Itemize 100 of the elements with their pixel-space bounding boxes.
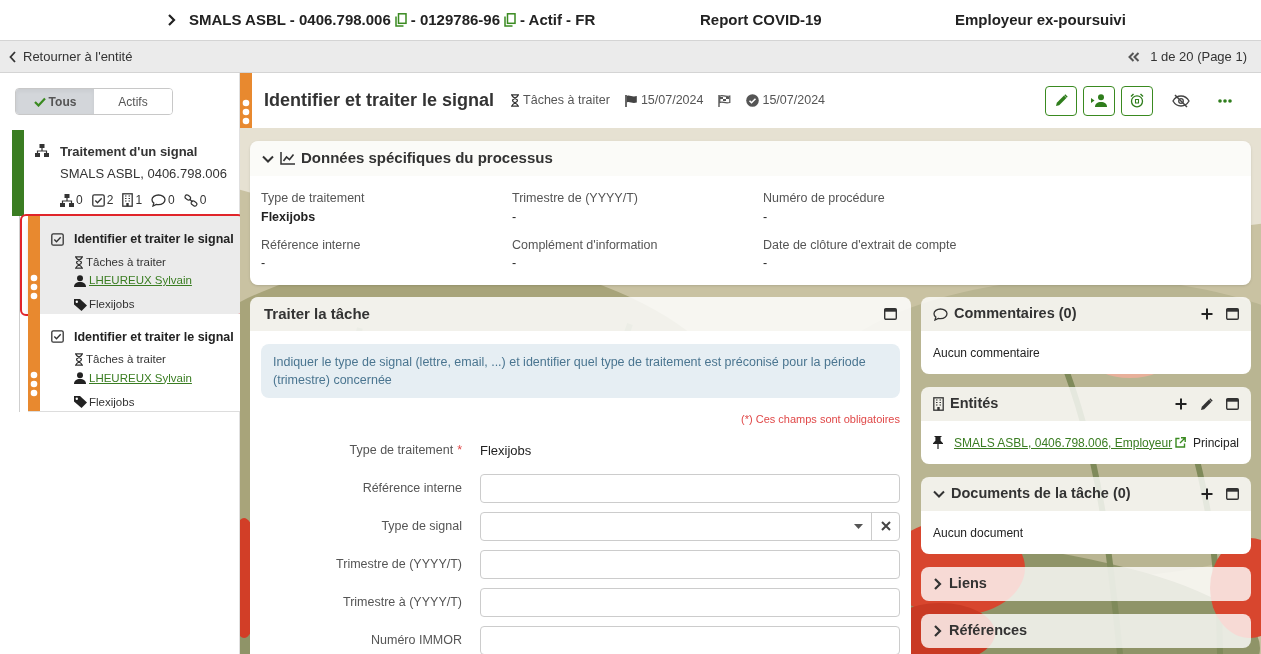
maximize-button[interactable] bbox=[1226, 308, 1239, 320]
external-link-icon bbox=[1175, 437, 1187, 448]
tag-icon bbox=[74, 298, 87, 311]
entity-info: - Actif - FR bbox=[520, 9, 596, 30]
panel-header[interactable]: Liens bbox=[921, 567, 1251, 601]
hierarchy-icon bbox=[60, 193, 74, 207]
person-arrow-icon bbox=[1090, 94, 1108, 107]
entity-info: - 0129786-96 bbox=[410, 9, 500, 30]
field-label: Date de clôture d'extrait de compte bbox=[763, 236, 958, 254]
required-note: (*) Ces champs sont obligatoires bbox=[741, 412, 900, 427]
task-status: Tâches à traiter bbox=[86, 254, 166, 270]
select-field[interactable] bbox=[480, 511, 900, 541]
task-tag: Flexijobs bbox=[89, 393, 135, 411]
count-value: 1 bbox=[135, 192, 143, 209]
input-field[interactable] bbox=[480, 587, 900, 617]
copy-button[interactable] bbox=[504, 13, 516, 27]
hourglass-icon bbox=[74, 255, 84, 269]
back-link[interactable]: Retourner à l'entité bbox=[0, 46, 133, 67]
panel-title: Liens bbox=[949, 574, 987, 594]
field-value: - bbox=[763, 208, 769, 226]
maximize-button[interactable] bbox=[884, 308, 897, 320]
close-icon bbox=[880, 521, 891, 531]
maximize-button[interactable] bbox=[1226, 488, 1239, 500]
panel-header[interactable]: Entités bbox=[921, 387, 1251, 421]
add-button[interactable] bbox=[1175, 398, 1187, 410]
input-field[interactable] bbox=[480, 625, 900, 654]
info-message: Indiquer le type de signal (lettre, email, ...) et identifier quel type de traitement est préconisé pour la période (trimestre) concernée bbox=[261, 344, 900, 398]
panel-title: Commentaires (0) bbox=[954, 304, 1077, 324]
task-item-title: Identifier et traiter le signal bbox=[74, 231, 234, 248]
pager-text: 1 de 20 (Page 1) bbox=[1150, 47, 1247, 66]
edit-button[interactable] bbox=[1200, 397, 1213, 411]
dots-icon bbox=[242, 99, 250, 125]
panel-header[interactable]: Références bbox=[921, 614, 1251, 648]
task-item[interactable]: Identifier et traiter le signal Tâches à traiter LHEUREUX Sylvain Flexijobs bbox=[28, 313, 240, 412]
panel-header[interactable]: Commentaires (0) bbox=[921, 297, 1251, 331]
card-header[interactable]: Données spécifiques du processus bbox=[250, 141, 1251, 176]
checkbox-icon bbox=[91, 193, 105, 207]
building-icon bbox=[122, 193, 134, 207]
field-label: Trimestre de (YYYY/T) bbox=[512, 190, 639, 207]
input-field[interactable] bbox=[480, 549, 900, 579]
add-button[interactable] bbox=[1201, 308, 1213, 320]
pencil-icon bbox=[1200, 397, 1213, 411]
card-title: Données spécifiques du processus bbox=[301, 148, 553, 169]
line-chart-icon bbox=[280, 152, 295, 165]
copy-button[interactable] bbox=[394, 13, 407, 27]
task-item-title: Identifier et traiter le signal bbox=[74, 328, 234, 346]
person-icon bbox=[74, 372, 86, 385]
maximize-button[interactable] bbox=[1226, 398, 1239, 410]
checkbox-icon bbox=[51, 330, 64, 344]
required-mark: * bbox=[457, 441, 462, 459]
assignee-link[interactable]: LHEUREUX Sylvain bbox=[89, 272, 192, 290]
pin-icon bbox=[933, 436, 943, 449]
entity-role: Principal bbox=[1192, 434, 1239, 452]
form-value: Flexijobs bbox=[480, 443, 532, 458]
form-label: Référence interne bbox=[362, 479, 462, 497]
count-value: 0 bbox=[199, 192, 207, 209]
window-icon bbox=[1226, 488, 1239, 500]
person-icon bbox=[74, 274, 86, 287]
link-icon bbox=[183, 193, 198, 207]
panel-title: Documents de la tâche (0) bbox=[951, 484, 1131, 504]
filter-tab[interactable]: Tous bbox=[16, 89, 94, 114]
form-label: Type de signal bbox=[381, 517, 462, 535]
task-title: Identifier et traiter le signal bbox=[264, 89, 495, 112]
copy-icon bbox=[394, 13, 407, 27]
plus-icon bbox=[1201, 488, 1213, 500]
header-label: Employeur ex-poursuivi bbox=[955, 10, 1126, 28]
assignee-link[interactable]: LHEUREUX Sylvain bbox=[89, 369, 192, 387]
task-meta: 15/07/2024 bbox=[640, 92, 704, 110]
empty-message: Aucun commentaire bbox=[933, 344, 1040, 362]
field-value: - bbox=[512, 208, 518, 226]
task-meta: 15/07/2024 bbox=[762, 92, 826, 110]
hourglass-icon bbox=[510, 94, 521, 107]
plus-icon bbox=[1201, 308, 1213, 320]
assign-button[interactable] bbox=[1083, 85, 1115, 116]
form-label: Numéro IMMOR bbox=[371, 631, 462, 649]
hourglass-icon bbox=[74, 353, 84, 367]
window-icon bbox=[884, 308, 897, 320]
entity-link[interactable]: SMALS ASBL, 0406.798.006, Employeur bbox=[954, 433, 1173, 452]
field-value: - bbox=[763, 255, 769, 273]
task-tag: Flexijobs bbox=[89, 296, 135, 314]
tag-icon bbox=[74, 396, 87, 409]
panel-title: Références bbox=[949, 621, 1028, 641]
first-page-button[interactable] bbox=[1128, 51, 1141, 62]
field-value: - bbox=[512, 255, 518, 273]
entity-info: SMALS ASBL - 0406.798.006 bbox=[189, 9, 391, 30]
field-label: Type de traitement bbox=[261, 190, 366, 207]
add-button[interactable] bbox=[1201, 488, 1213, 500]
input-field[interactable] bbox=[480, 473, 900, 503]
reminder-button[interactable] bbox=[1121, 85, 1153, 116]
chevron-right-icon bbox=[167, 14, 177, 26]
field-label: Référence interne bbox=[261, 236, 362, 254]
checkered-flag-icon bbox=[718, 94, 732, 107]
double-chevron-left-icon bbox=[1128, 51, 1141, 62]
checkbox-icon bbox=[51, 232, 64, 246]
tree-item-title: Traitement d'un signal bbox=[60, 143, 199, 161]
panel-header[interactable]: Documents de la tâche (0) bbox=[921, 477, 1251, 511]
check-circle-icon bbox=[746, 94, 760, 107]
count-value: 0 bbox=[76, 192, 83, 209]
edit-button[interactable] bbox=[1045, 85, 1077, 116]
form-label: Trimestre à (YYYY/T) bbox=[343, 593, 462, 611]
